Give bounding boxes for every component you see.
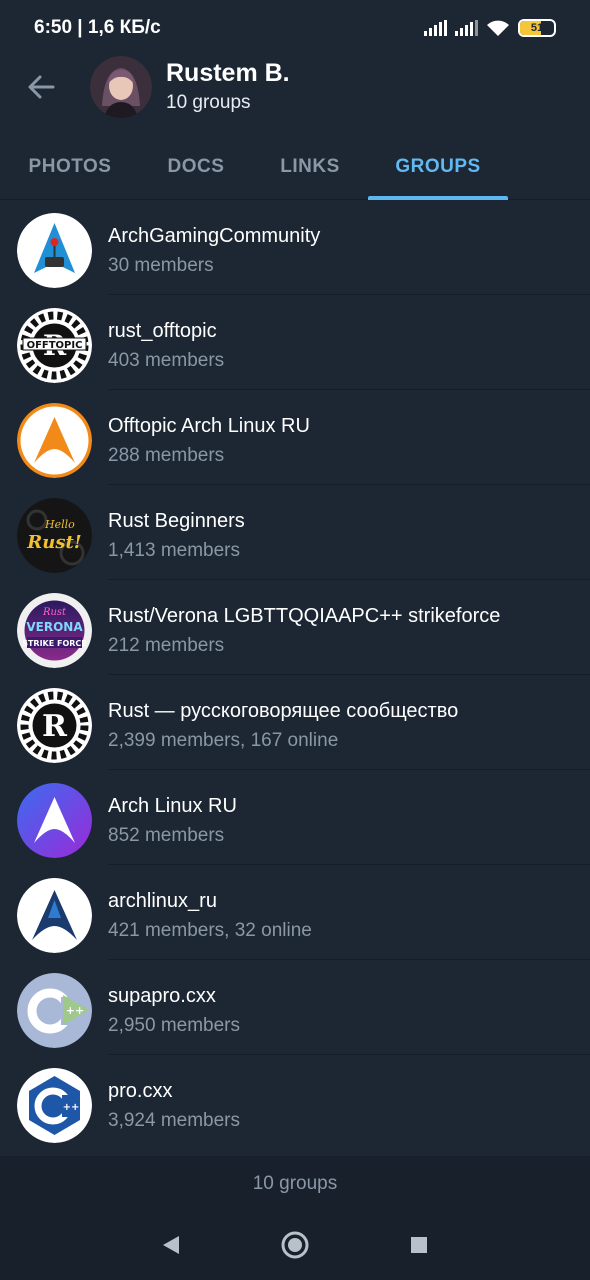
group-members: 288 members <box>108 445 225 466</box>
nav-back-button[interactable] <box>109 1210 233 1280</box>
battery-icon: 51 <box>518 19 556 37</box>
svg-text:Rust: Rust <box>42 607 67 618</box>
footer-count: 10 groups <box>252 1173 338 1194</box>
nav-home-button[interactable] <box>233 1210 357 1280</box>
group-members: 421 members, 32 online <box>108 920 312 941</box>
group-members: 3,924 members <box>108 1110 241 1131</box>
group-members: 30 members <box>108 255 214 276</box>
group-avatar: R OFFTOPIC <box>17 308 92 383</box>
home-circle-icon <box>281 1231 309 1259</box>
tab-links[interactable]: LINKS <box>252 134 368 200</box>
group-avatar: R <box>17 688 92 763</box>
profile-name: Rustem B. <box>166 59 290 87</box>
group-avatar <box>17 878 92 953</box>
tab-docs[interactable]: DOCS <box>140 134 252 200</box>
tab-photos[interactable]: PHOTOS <box>0 134 140 200</box>
system-nav-bar <box>0 1210 590 1280</box>
svg-text:Rust!: Rust! <box>26 532 81 553</box>
status-time: 6:50 | 1,6 КБ/с <box>34 17 161 38</box>
svg-text:++: ++ <box>66 1004 84 1017</box>
group-avatar: ++ <box>17 973 92 1048</box>
square-recents-icon <box>411 1237 427 1253</box>
signal-icon <box>424 20 447 36</box>
battery-level: 51 <box>530 22 544 34</box>
group-name: ArchGamingCommunity <box>108 225 321 247</box>
group-avatar <box>17 783 92 858</box>
profile-avatar[interactable] <box>90 56 152 118</box>
list-item[interactable]: R Rust — русскоговорящее сообщество 2,39… <box>0 675 590 770</box>
list-item[interactable]: ++ supapro.cxx 2,950 members <box>0 960 590 1055</box>
list-item[interactable]: Rust VERONA STRIKE FORCE Rust/Verona LGB… <box>0 580 590 675</box>
svg-text:STRIKE FORCE: STRIKE FORCE <box>22 639 87 648</box>
group-members: 1,413 members <box>108 540 241 561</box>
svg-text:R: R <box>42 709 68 744</box>
group-members: 403 members <box>108 350 225 371</box>
group-members: 2,950 members <box>108 1015 241 1036</box>
group-name: Rust — русскоговорящее сообщество <box>108 700 459 722</box>
group-name: Rust/Verona LGBTTQQIAAPC++ strikeforce <box>108 605 501 627</box>
group-name: archlinux_ru <box>108 890 217 912</box>
group-name: pro.cxx <box>108 1080 173 1102</box>
svg-text:Hello: Hello <box>44 518 75 531</box>
chat-header: Rustem B. 10 groups <box>0 42 590 132</box>
group-members: 2,399 members, 167 online <box>108 730 339 751</box>
svg-text:++: ++ <box>63 1102 80 1113</box>
group-avatar <box>17 403 92 478</box>
wifi-icon <box>487 20 509 36</box>
svg-text:OFFTOPIC: OFFTOPIC <box>27 340 83 351</box>
signal-icon-2 <box>455 20 478 36</box>
list-item[interactable]: Offtopic Arch Linux RU 288 members <box>0 390 590 485</box>
group-name: Offtopic Arch Linux RU <box>108 415 310 437</box>
list-item[interactable]: R OFFTOPIC rust_offtopic 403 members <box>0 295 590 390</box>
list-item[interactable]: ++ pro.cxx 3,924 members <box>0 1055 590 1150</box>
arrow-left-icon <box>28 75 55 99</box>
list-item[interactable]: Hello Rust! Rust Beginners 1,413 members <box>0 485 590 580</box>
group-avatar: Hello Rust! <box>17 498 92 573</box>
nav-recents-button[interactable] <box>357 1210 481 1280</box>
list-item[interactable]: Arch Linux RU 852 members <box>0 770 590 865</box>
list-item[interactable]: archlinux_ru 421 members, 32 online <box>0 865 590 960</box>
group-avatar: ++ <box>17 1068 92 1143</box>
group-members: 212 members <box>108 635 225 656</box>
groups-list: ArchGamingCommunity 30 members R OFFTOPI… <box>0 200 590 1150</box>
profile-subtitle: 10 groups <box>166 92 251 113</box>
list-item[interactable]: ArchGamingCommunity 30 members <box>0 200 590 295</box>
group-avatar <box>17 213 92 288</box>
tab-groups-label: GROUPS <box>395 156 481 177</box>
triangle-back-icon <box>163 1236 179 1254</box>
group-name: rust_offtopic <box>108 320 217 342</box>
group-name: Arch Linux RU <box>108 795 237 817</box>
back-button[interactable] <box>0 42 82 132</box>
group-avatar: Rust VERONA STRIKE FORCE <box>17 593 92 668</box>
group-name: supapro.cxx <box>108 985 216 1007</box>
group-members: 852 members <box>108 825 225 846</box>
svg-text:VERONA: VERONA <box>26 620 83 634</box>
tab-groups[interactable]: GROUPS <box>368 134 508 200</box>
media-tabs: PHOTOS DOCS LINKS GROUPS <box>0 134 590 200</box>
group-name: Rust Beginners <box>108 510 245 532</box>
